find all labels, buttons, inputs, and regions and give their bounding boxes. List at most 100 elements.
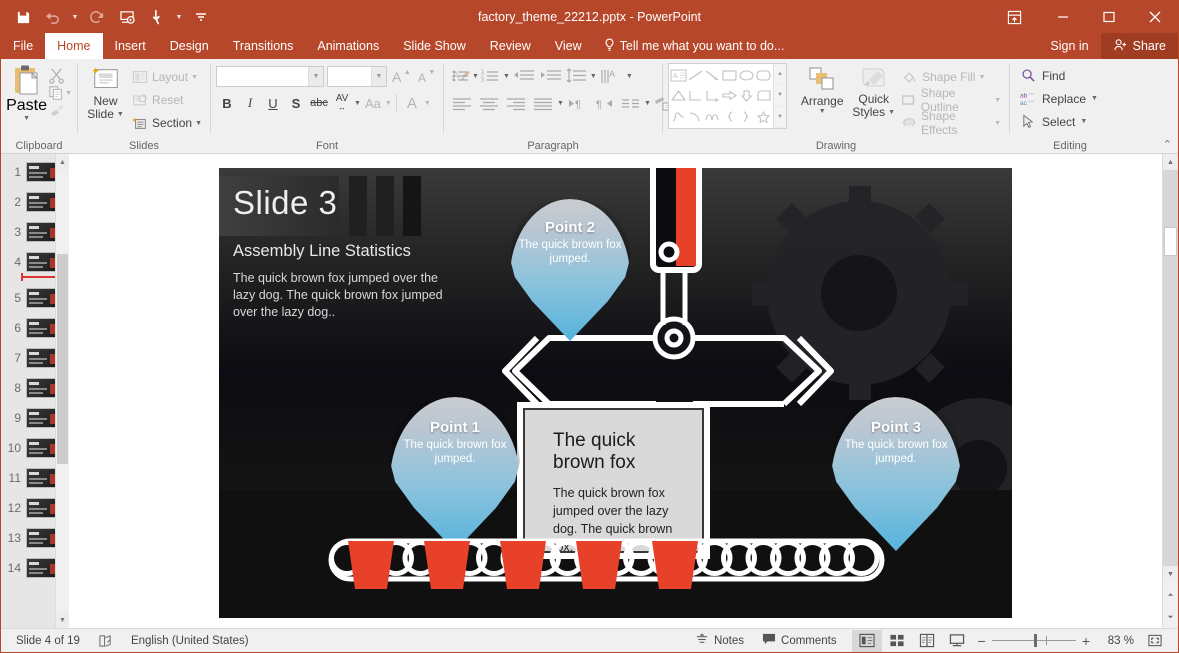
tell-me-box[interactable]: Tell me what you want to do... [594,33,795,59]
shapes-gallery[interactable]: A [668,63,787,129]
underline-button[interactable]: U [262,92,284,114]
columns-dropdown-icon[interactable]: ▼ [644,100,651,107]
shape-arc-icon[interactable] [687,106,704,127]
change-case-button[interactable]: Aa [362,92,384,114]
canvas-scroll-down-icon[interactable]: ▼ [1163,566,1178,582]
format-painter-icon[interactable] [47,102,65,120]
find-button[interactable]: Find [1015,64,1065,87]
undo-dropdown-icon[interactable]: ▼ [69,4,81,30]
shape-fill-dropdown-icon[interactable]: ▼ [978,74,985,81]
next-slide-icon[interactable]: ⏷ [1163,610,1178,626]
shapes-gallery-scroll-up-icon[interactable]: ▲ [774,64,786,85]
font-name-input[interactable] [217,67,308,86]
tab-insert[interactable]: Insert [103,33,158,59]
language-indicator[interactable]: English (United States) [122,629,258,653]
undo-icon[interactable] [39,4,67,30]
text-direction-button[interactable]: A [599,65,625,87]
change-case-dropdown-icon[interactable]: ▼ [385,100,392,107]
spell-check-icon[interactable] [89,629,122,653]
sign-in-button[interactable]: Sign in [1038,33,1100,59]
start-from-beginning-icon[interactable] [113,4,141,30]
shape-star-icon[interactable] [755,106,772,127]
columns-button[interactable] [619,92,643,114]
tab-file[interactable]: File [1,33,45,59]
zoom-level-label[interactable]: 83 % [1096,635,1134,647]
touch-mode-dropdown-icon[interactable]: ▼ [173,4,185,30]
decrease-list-level-button[interactable] [511,65,537,87]
zoom-slider[interactable]: − + [972,633,1096,649]
font-color-button[interactable]: A [401,92,423,114]
zoom-out-button[interactable]: − [978,633,986,649]
quick-styles-dropdown-icon[interactable]: ▼ [888,109,895,116]
slide-canvas[interactable]: Slide 3 Assembly Line Statistics The qui… [219,168,1012,618]
shape-rounded-rectangle-icon[interactable] [755,65,772,86]
zoom-handle[interactable] [1034,634,1037,647]
shape-effects-button[interactable]: Shape Effects ▼ [898,112,1004,134]
shape-outline-button[interactable]: Shape Outline ▼ [898,89,1004,111]
thumbnail-scroll-down-icon[interactable]: ▼ [56,612,69,628]
decrease-font-size-button[interactable]: A [415,65,437,87]
normal-view-button[interactable] [852,630,882,652]
font-size-combobox[interactable]: ▼ [327,66,387,87]
numbering-dropdown-icon[interactable]: ▼ [503,73,510,80]
canvas-vertical-scrollbar[interactable]: ▲ ▼ ⏶ ⏷ [1162,154,1178,628]
shape-elbow-arrow-connector-icon[interactable] [704,86,721,107]
align-right-button[interactable] [503,92,529,114]
quick-styles-button[interactable]: Quick Styles ▼ [849,63,898,119]
new-slide-button[interactable]: New Slide ▼ [83,63,128,121]
shape-fill-button[interactable]: Shape Fill ▼ [898,66,1004,88]
canvas-scroll-thumb[interactable] [1164,227,1177,256]
copy-icon[interactable] [47,84,65,102]
collapse-ribbon-button[interactable]: ⌃ [1163,138,1172,151]
minimize-button[interactable] [1040,1,1086,33]
slide-show-view-button[interactable] [942,630,972,652]
numbering-button[interactable]: 123 [480,65,502,87]
font-name-dropdown-icon[interactable]: ▼ [308,67,323,86]
replace-button[interactable]: abac Replace ▼ [1015,87,1098,110]
shape-line-icon[interactable] [687,65,704,86]
slide-counter[interactable]: Slide 4 of 19 [7,629,89,653]
select-dropdown-icon[interactable]: ▼ [1080,118,1087,125]
text-direction-dropdown-icon[interactable]: ▼ [626,73,633,80]
paste-button[interactable]: Paste ▼ [6,63,47,122]
font-size-input[interactable] [328,67,371,86]
shape-effects-dropdown-icon[interactable]: ▼ [994,120,1001,127]
save-icon[interactable] [9,4,37,30]
comments-button[interactable]: Comments [753,629,846,653]
italic-button[interactable]: I [239,92,261,114]
shape-outline-dropdown-icon[interactable]: ▼ [994,97,1001,104]
touch-mouse-mode-icon[interactable] [143,4,171,30]
line-spacing-button[interactable] [565,65,589,87]
tab-slide-show[interactable]: Slide Show [391,33,478,59]
character-spacing-button[interactable]: AV ↔ [331,92,353,114]
increase-list-level-button[interactable] [538,65,564,87]
shapes-gallery-more-icon[interactable]: ▼ [774,107,786,128]
shape-pie-icon[interactable] [755,86,772,107]
bold-button[interactable]: B [216,92,238,114]
justify-button[interactable] [530,92,556,114]
shape-textbox-icon[interactable]: A [670,65,687,86]
increase-font-size-button[interactable]: A [390,65,412,87]
tab-view[interactable]: View [543,33,594,59]
ribbon-display-options-icon[interactable] [994,1,1034,33]
tab-home[interactable]: Home [45,33,102,59]
ltr-text-direction-button[interactable]: ¶ [565,92,591,114]
align-left-button[interactable] [449,92,475,114]
shape-rectangle-icon[interactable] [721,65,738,86]
cut-icon[interactable] [47,66,65,84]
section-dropdown-icon[interactable]: ▼ [195,120,202,127]
shape-curve-icon[interactable] [704,106,721,127]
reading-view-button[interactable] [912,630,942,652]
tab-design[interactable]: Design [158,33,221,59]
shape-down-arrow-icon[interactable] [738,86,755,107]
bullets-button[interactable] [449,65,471,87]
paste-dropdown-icon[interactable]: ▼ [23,115,30,122]
select-button[interactable]: Select ▼ [1015,110,1087,133]
shape-triangle-icon[interactable] [670,86,687,107]
maximize-button[interactable] [1086,1,1132,33]
tab-animations[interactable]: Animations [305,33,391,59]
zoom-in-button[interactable]: + [1082,633,1090,649]
thumbnail-scrollbar[interactable]: ▲ ▼ [55,154,69,628]
thumbnail-scroll-up-icon[interactable]: ▲ [56,154,69,170]
close-button[interactable] [1132,1,1178,33]
